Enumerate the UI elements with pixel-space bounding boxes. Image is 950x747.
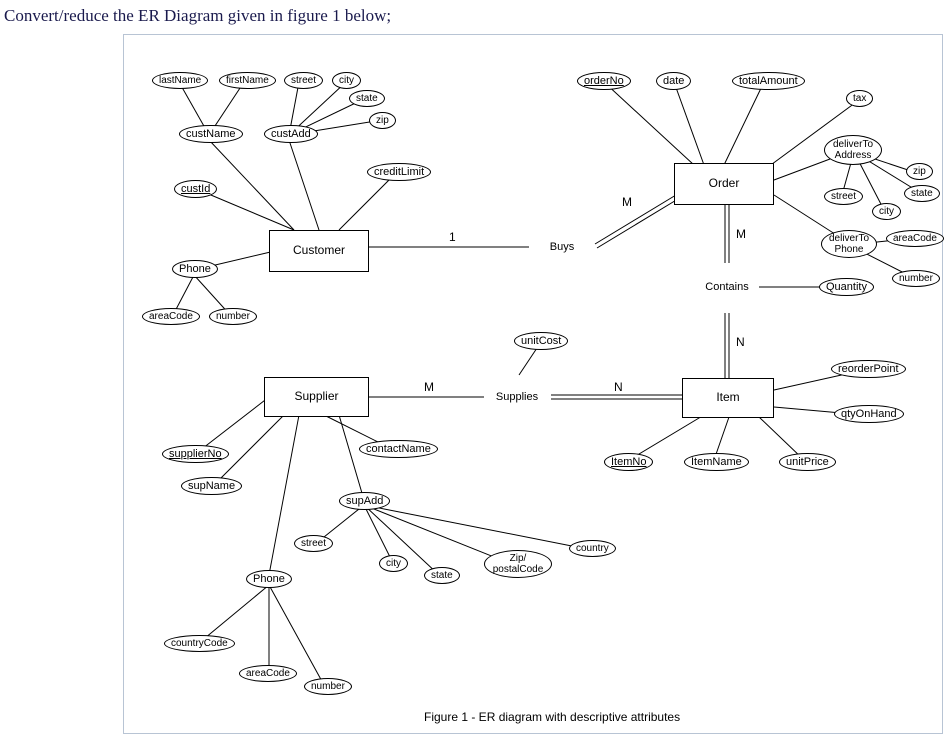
attr-custName: custName [179,125,243,143]
er-diagram: Customer custId custName lastName firstN… [123,34,943,734]
card-buys-order: M [622,195,632,209]
attr-da-street: street [824,188,863,205]
attr-state: state [349,90,385,107]
attr-zip: zip [369,112,396,129]
attr-quantity: Quantity [819,278,874,296]
attr-contactName: contactName [359,440,438,458]
attr-da-city: city [872,203,901,220]
rel-supplies: Supplies [482,371,552,423]
card-contains-item: N [736,335,745,349]
page-title: Convert/reduce the ER Diagram given in f… [0,0,950,32]
attr-totalAmount: totalAmount [732,72,805,90]
attr-sa-city: city [379,555,408,572]
card-supplies-item: N [614,380,623,394]
attr-sa-zip: Zip/ postalCode [484,550,552,578]
card-contains-order: M [736,227,746,241]
attr-custAdd: custAdd [264,125,318,143]
attr-qtyOnHand: qtyOnHand [834,405,904,423]
attr-sa-state: state [424,567,460,584]
entity-supplier: Supplier [264,377,369,417]
attr-reorderPoint: reorderPoint [831,360,906,378]
attr-sa-street: street [294,535,333,552]
attr-orderNo: orderNo [577,72,631,90]
attr-number: number [209,308,257,325]
attr-deliverToAddress: deliverTo Address [824,135,882,165]
card-supplies-supplier: M [424,380,434,394]
attr-sa-country: country [569,540,616,557]
attr-phone: Phone [172,260,218,278]
attr-dp-number: number [892,270,940,287]
figure-caption: Figure 1 - ER diagram with descriptive a… [424,710,680,724]
attr-firstName: firstName [219,72,276,89]
attr-p-areaCode: areaCode [239,665,297,682]
attr-dp-areaCode: areaCode [886,230,944,247]
entity-order: Order [674,163,774,205]
attr-unitPrice: unitPrice [779,453,836,471]
attr-itemName: ItemName [684,453,749,471]
attr-deliverToPhone: deliverTo Phone [821,230,877,258]
card-buys-cust: 1 [449,230,456,244]
attr-street: street [284,72,323,89]
attr-supName: supName [181,477,242,495]
rel-contains: Contains [692,261,762,313]
rel-buys: Buys [527,221,597,273]
entity-item: Item [682,378,774,418]
entity-customer: Customer [269,230,369,272]
attr-supplierNo: supplierNo [162,445,229,463]
attr-lastName: lastName [152,72,208,89]
attr-da-state: state [904,185,940,202]
attr-p-number: number [304,678,352,695]
attr-p-countryCode: countryCode [164,635,235,652]
attr-da-zip: zip [906,163,933,180]
attr-city: city [332,72,361,89]
attr-areaCode: areaCode [142,308,200,325]
attr-creditLimit: creditLimit [367,163,431,181]
attr-s-phone: Phone [246,570,292,588]
